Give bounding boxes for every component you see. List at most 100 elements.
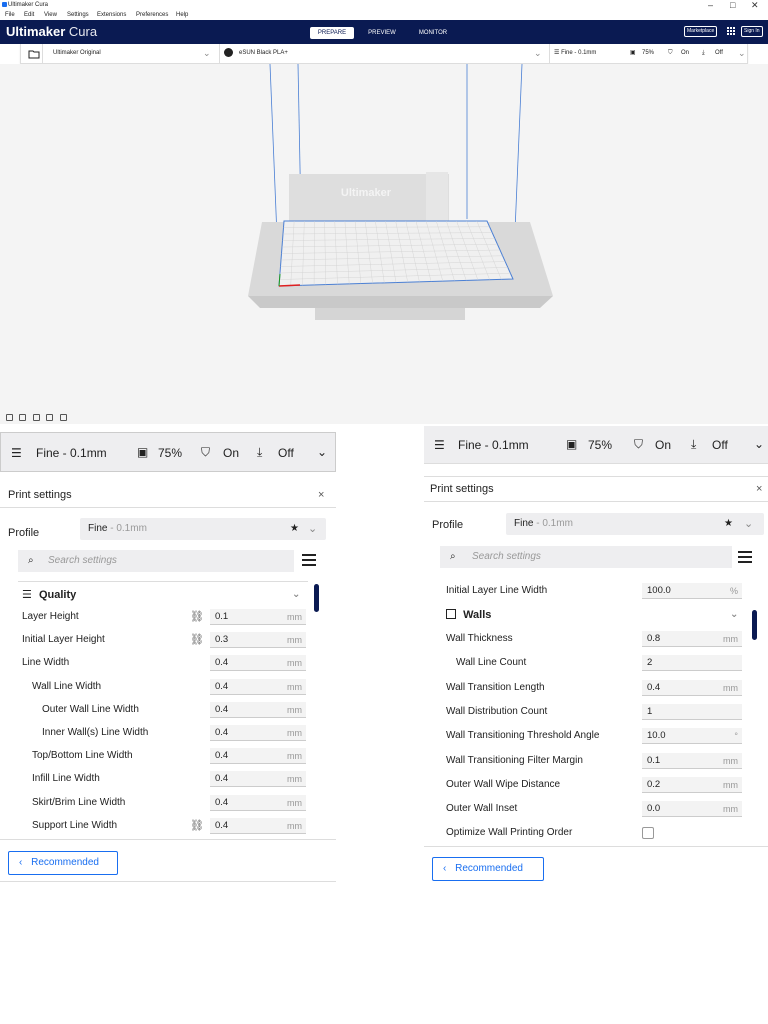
recommended-button[interactable]: ‹ Recommended <box>8 851 118 875</box>
setting-value-input[interactable]: 0.3 mm <box>210 632 306 649</box>
setting-row: Wall Line Width 0.4 mm <box>22 678 312 696</box>
setting-value-input[interactable]: 1 <box>642 703 742 720</box>
print-setup-bar[interactable]: ☰ Fine - 0.1mm ▣ 75% ⛉ On ⤓ Off ⌄ <box>424 426 768 464</box>
print-settings-selector[interactable]: ☰ Fine - 0.1mm ▣ 75% ⛉ On ⤓ Off ⌄ <box>549 44 749 63</box>
setting-label: Line Width <box>22 657 70 669</box>
close-icon[interactable]: ✕ <box>751 0 759 10</box>
setting-checkbox[interactable] <box>642 827 654 840</box>
print-setup-bar[interactable]: ☰ Fine - 0.1mm ▣ 75% ⛉ On ⤓ Off ⌄ <box>0 432 336 472</box>
menu-view[interactable]: View <box>44 10 57 20</box>
support-icon: ⛉ <box>668 50 673 56</box>
setting-initial-layer-line-width: Initial Layer Line Width 100.0% <box>446 582 746 600</box>
chevron-down-icon: ⌄ <box>308 523 318 535</box>
setting-value-input[interactable]: 2 <box>642 655 742 672</box>
close-icon[interactable]: × <box>756 477 762 501</box>
setting-label: Layer Height <box>22 611 79 622</box>
stage-prepare[interactable]: PREPARE <box>310 27 354 39</box>
setting-value-input[interactable]: 0.1 mm <box>642 752 742 769</box>
setting-value-input[interactable]: 0.4 mm <box>210 748 306 765</box>
chevron-down-icon: ⌄ <box>317 445 328 459</box>
settings-scrollbar[interactable] <box>752 610 757 640</box>
material-selector[interactable]: eSUN Black PLA+ ⌄ <box>219 44 542 63</box>
view-top-icon[interactable] <box>32 414 40 421</box>
apps-grid-icon[interactable] <box>727 27 736 36</box>
profile-dropdown[interactable]: Fine - 0.1mm ★ ⌄ <box>80 518 326 540</box>
adhesion-icon: ⤓ <box>691 437 697 451</box>
setting-value-input[interactable]: 0.4 mm <box>210 817 306 834</box>
chevron-down-icon: ⌄ <box>738 48 746 58</box>
setting-row: Layer Height ⛓ 0.1 mm <box>22 608 312 626</box>
marketplace-button[interactable]: Marketplace <box>684 26 718 37</box>
setting-label: Initial Layer Height <box>22 634 105 646</box>
setting-value-input[interactable]: 0.0 mm <box>642 801 742 818</box>
search-icon: ⌕ <box>28 555 34 566</box>
setting-row: Wall Thickness 0.8 mm <box>446 630 746 648</box>
setting-label: Optimize Wall Printing Order <box>446 827 573 839</box>
setting-label: Wall Transitioning Threshold Angle <box>446 730 600 742</box>
setting-row: Outer Wall Wipe Distance 0.2 mm <box>446 776 746 794</box>
setting-label: Top/Bottom Line Width <box>32 750 133 762</box>
menu-file[interactable]: File <box>5 10 15 20</box>
support-icon: ⛉ <box>634 437 644 451</box>
build-volume-render: Ultimaker <box>248 64 553 320</box>
settings-menu-icon[interactable] <box>738 551 752 563</box>
chevron-down-icon: ⌄ <box>292 589 301 600</box>
star-icon: ★ <box>290 523 299 534</box>
search-input[interactable]: ⌕ Search settings <box>18 550 294 572</box>
menu-help[interactable]: Help <box>176 10 188 20</box>
menu-bar: File Edit View Settings Extensions Prefe… <box>0 10 768 20</box>
minimize-icon[interactable]: – <box>708 0 713 10</box>
printer-selector[interactable]: Ultimaker Original ⌄ <box>53 44 211 63</box>
settings-menu-icon[interactable] <box>302 554 316 566</box>
setting-label: Wall Line Count <box>456 657 527 669</box>
setting-row: Wall Transitioning Filter Margin 0.1 mm <box>446 752 746 770</box>
recommended-button[interactable]: ‹ Recommended <box>432 857 544 881</box>
search-input[interactable]: ⌕ Search settings <box>440 546 732 568</box>
infill-icon: ▣ <box>566 437 578 451</box>
close-icon[interactable]: × <box>318 482 324 508</box>
setting-value-input[interactable]: 0.4 mm <box>210 771 306 788</box>
setting-value-input[interactable]: 0.4 mm <box>210 701 306 718</box>
menu-settings[interactable]: Settings <box>67 10 89 20</box>
settings-scrollbar[interactable] <box>314 584 319 612</box>
menu-extensions[interactable]: Extensions <box>97 10 126 20</box>
open-file-button[interactable] <box>25 44 43 63</box>
category-quality[interactable]: ☰ Quality ⌄ <box>22 586 308 604</box>
setting-value-input[interactable]: 0.4 mm <box>210 655 306 672</box>
view-front-icon[interactable] <box>19 414 27 421</box>
setting-value-input[interactable]: 0.4 mm <box>642 679 742 696</box>
setting-value-input[interactable]: 100.0% <box>642 583 742 599</box>
infill-icon: ▣ <box>137 445 149 459</box>
stage-monitor[interactable]: MONITOR <box>410 27 456 39</box>
setting-value-input[interactable]: 0.1 mm <box>210 609 306 625</box>
view-right-icon[interactable] <box>59 414 67 421</box>
setting-row: Wall Line Count 2 <box>446 654 746 672</box>
stage-preview[interactable]: PREVIEW <box>362 27 402 39</box>
chevron-down-icon: ⌄ <box>730 609 739 620</box>
setting-row: Skirt/Brim Line Width 0.4 mm <box>22 794 312 812</box>
view-3d-icon[interactable] <box>6 414 13 421</box>
build-plate-logo: Ultimaker <box>341 187 392 199</box>
profile-dropdown[interactable]: Fine - 0.1mm ★ ⌄ <box>506 513 764 535</box>
category-walls[interactable]: Walls ⌄ <box>446 606 746 624</box>
setting-label: Wall Line Width <box>32 680 102 692</box>
maximize-icon[interactable]: □ <box>730 0 735 10</box>
sliders-icon: ☰ <box>554 50 560 56</box>
setting-value-input[interactable]: 0.8 mm <box>642 631 742 647</box>
3d-viewport[interactable]: Ultimaker <box>0 64 768 424</box>
folder-icon <box>28 50 40 59</box>
menu-edit[interactable]: Edit <box>24 10 34 20</box>
setting-value-input[interactable]: 10.0 ° <box>642 728 742 745</box>
setting-value-input[interactable]: 0.4 mm <box>210 794 306 811</box>
setting-value-input[interactable]: 0.2 mm <box>642 776 742 793</box>
menu-preferences[interactable]: Preferences <box>136 10 168 20</box>
view-left-icon[interactable] <box>46 414 54 421</box>
setting-row: Support Line Width ⛓ 0.4 mm <box>22 817 312 835</box>
setting-value-input[interactable]: 0.4 mm <box>210 678 306 695</box>
setting-label: Wall Transition Length <box>446 681 545 693</box>
sign-in-button[interactable]: Sign In <box>741 26 763 37</box>
support-icon: ⛉ <box>201 445 211 459</box>
setting-label: Outer Wall Line Width <box>42 703 139 715</box>
material-spool-icon <box>224 47 233 57</box>
setting-value-input[interactable]: 0.4 mm <box>210 725 306 741</box>
